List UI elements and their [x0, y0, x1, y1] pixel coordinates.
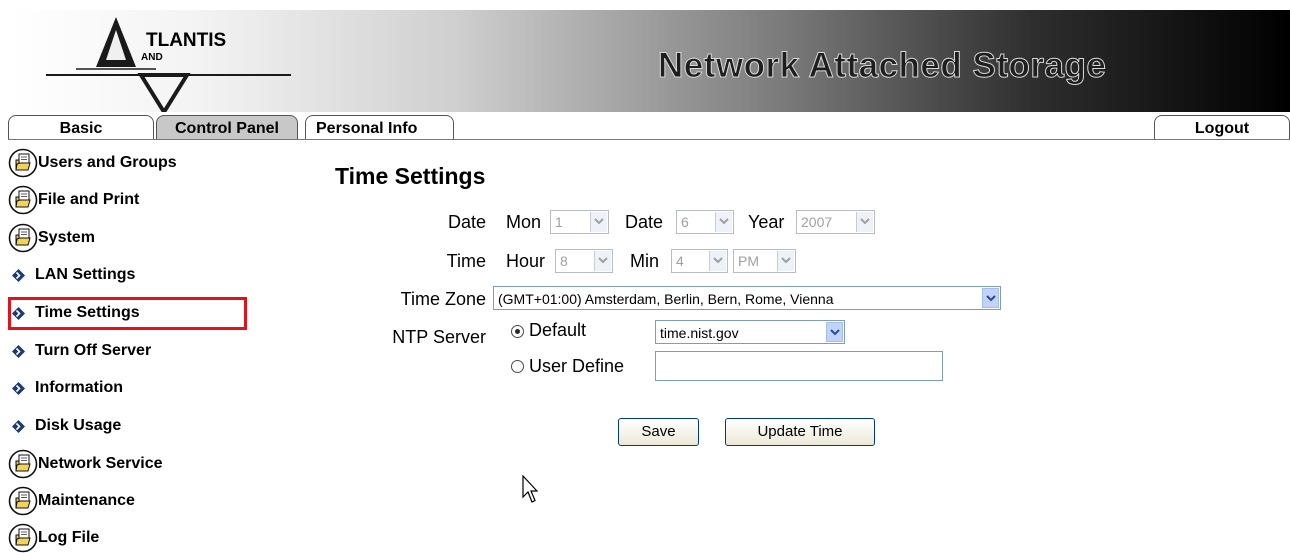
- folder-icon: [8, 148, 38, 178]
- chevron-down-icon: [777, 251, 794, 271]
- chevron-down-icon: [856, 212, 873, 232]
- sidebar-item-turn-off-server[interactable]: Turn Off Server: [8, 336, 151, 366]
- day-label: Date: [625, 212, 664, 232]
- sidebar-item-information[interactable]: Information: [8, 373, 123, 403]
- sidebar-item-label: Users and Groups: [38, 154, 177, 171]
- sidebar-item-file-and-print[interactable]: File and Print: [8, 185, 139, 215]
- timezone-select[interactable]: (GMT+01:00) Amsterdam, Berlin, Bern, Rom…: [493, 286, 1001, 310]
- arrow-icon: [11, 268, 26, 283]
- ntp-server-label: NTP Server: [392, 327, 486, 347]
- month-value: 1: [555, 214, 563, 230]
- tab-divider: [8, 139, 1290, 140]
- selected-item-highlight: [8, 297, 247, 330]
- hour-value: 8: [560, 253, 568, 269]
- folder-icon: [8, 449, 38, 479]
- day-value: 6: [681, 214, 689, 230]
- sidebar-item-users-and-groups[interactable]: Users and Groups: [8, 148, 177, 178]
- mouse-cursor-icon: [522, 475, 538, 503]
- date-row-label: Date: [447, 212, 486, 232]
- year-select[interactable]: 2007: [796, 210, 875, 234]
- timezone-value: (GMT+01:00) Amsterdam, Berlin, Bern, Rom…: [498, 291, 834, 307]
- chevron-down-icon: [715, 212, 732, 232]
- timezone-label: Time Zone: [400, 289, 486, 309]
- sidebar-item-label: Network Service: [38, 455, 163, 472]
- arrow-icon: [11, 419, 26, 434]
- year-value: 2007: [801, 214, 833, 230]
- ntp-default-radio[interactable]: [511, 325, 524, 338]
- sidebar-item-label: Log File: [38, 529, 100, 546]
- ntp-server-select[interactable]: time.nist.gov: [655, 320, 845, 344]
- folder-icon: [8, 223, 38, 253]
- logout-button[interactable]: Logout: [1154, 115, 1290, 140]
- ntp-user-define-input[interactable]: [655, 351, 943, 381]
- page-title: Time Settings: [335, 163, 486, 189]
- radio-selected-dot: [515, 329, 520, 334]
- folder-icon: [8, 486, 38, 516]
- tab-personal-info[interactable]: Personal Info: [305, 115, 454, 140]
- arrow-icon: [11, 381, 26, 396]
- ampm-value: PM: [738, 253, 759, 269]
- sidebar-item-network-service[interactable]: Network Service: [8, 449, 163, 479]
- save-button[interactable]: Save: [618, 418, 699, 446]
- logo-text: TLANTIS: [146, 30, 227, 51]
- atlantis-logo: TLANTIS AND: [46, 12, 296, 116]
- chevron-down-icon: [594, 251, 611, 271]
- minute-label: Min: [630, 251, 660, 271]
- sidebar-item-system[interactable]: System: [8, 223, 95, 253]
- sidebar-item-disk-usage[interactable]: Disk Usage: [8, 411, 121, 441]
- sidebar-item-label: System: [38, 229, 95, 246]
- ntp-server-value: time.nist.gov: [660, 325, 739, 341]
- logo-subtext: AND: [141, 52, 163, 63]
- chevron-down-icon: [982, 288, 999, 308]
- sidebar-item-label: Turn Off Server: [35, 342, 152, 359]
- sidebar-item-label: Disk Usage: [35, 417, 122, 434]
- product-title: Network Attached Storage: [657, 46, 1107, 86]
- tab-control-panel[interactable]: Control Panel: [156, 115, 298, 140]
- atlantis-logo-mark: [46, 17, 291, 116]
- hour-select[interactable]: 8: [555, 249, 613, 273]
- day-select[interactable]: 6: [676, 210, 734, 234]
- ampm-select[interactable]: PM: [733, 249, 796, 273]
- hour-label: Hour: [506, 251, 546, 271]
- header-banner: TLANTIS AND Network Attached Storage: [8, 10, 1290, 116]
- month-select[interactable]: 1: [550, 210, 609, 234]
- ntp-user-define-label: User Define: [529, 356, 625, 376]
- folder-icon: [8, 185, 38, 215]
- ntp-user-define-radio[interactable]: [511, 360, 524, 373]
- ntp-default-label: Default: [529, 320, 587, 340]
- minute-select[interactable]: 4: [671, 249, 728, 273]
- arrow-icon: [11, 344, 26, 359]
- sidebar-item-label: Maintenance: [38, 492, 135, 509]
- year-label: Year: [748, 212, 785, 232]
- chevron-down-icon: [709, 251, 726, 271]
- chevron-down-icon: [826, 322, 843, 342]
- chevron-down-icon: [590, 212, 607, 232]
- sidebar-item-lan-settings[interactable]: LAN Settings: [8, 260, 135, 290]
- minute-value: 4: [676, 253, 684, 269]
- sidebar-item-label: LAN Settings: [35, 266, 136, 283]
- sidebar-item-maintenance[interactable]: Maintenance: [8, 486, 135, 516]
- tab-basic[interactable]: Basic: [8, 115, 154, 140]
- time-row-label: Time: [446, 251, 486, 271]
- month-label: Mon: [506, 212, 542, 232]
- sidebar-item-label: Information: [35, 379, 123, 396]
- update-time-button[interactable]: Update Time: [725, 418, 875, 446]
- sidebar-item-label: File and Print: [38, 191, 140, 208]
